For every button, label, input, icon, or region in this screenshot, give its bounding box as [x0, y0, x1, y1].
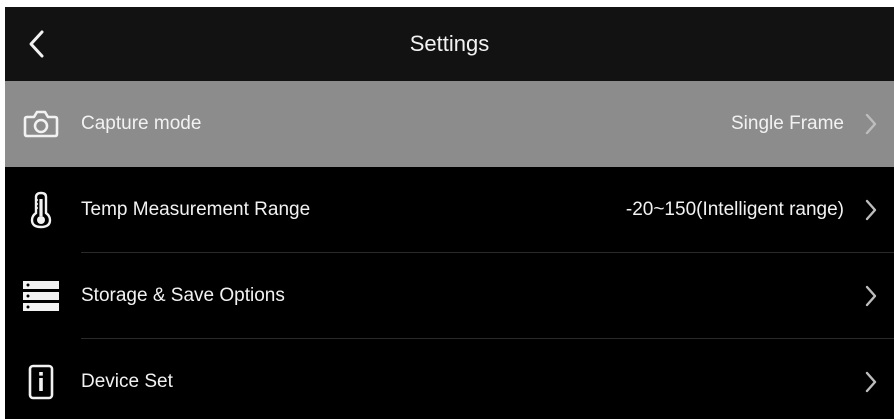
chevron-right-icon	[865, 285, 877, 307]
setting-value: -20~150(Intelligent range)	[625, 199, 844, 220]
setting-row-capture-mode[interactable]: Capture mode Single Frame	[5, 81, 894, 167]
thermometer-icon	[21, 167, 61, 253]
setting-value: Single Frame	[731, 113, 844, 134]
setting-label: Storage & Save Options	[81, 285, 285, 306]
settings-screen: Settings Capture mode Single Frame Temp …	[5, 7, 894, 419]
header-bar: Settings	[5, 7, 894, 81]
chevron-right-icon	[865, 113, 877, 135]
chevron-right-icon	[865, 199, 877, 221]
setting-label: Device Set	[81, 371, 173, 392]
setting-row-device-set[interactable]: Device Set	[5, 339, 894, 419]
setting-label: Temp Measurement Range	[81, 199, 311, 220]
chevron-left-icon	[29, 30, 44, 58]
setting-row-storage[interactable]: Storage & Save Options	[5, 253, 894, 339]
setting-label: Capture mode	[81, 113, 202, 134]
storage-icon	[21, 253, 61, 339]
device-icon	[21, 339, 61, 419]
page-title: Settings	[409, 31, 490, 56]
camera-icon	[21, 81, 61, 167]
chevron-right-icon	[865, 371, 877, 393]
setting-row-temp-range[interactable]: Temp Measurement Range -20~150(Intellige…	[5, 167, 894, 253]
back-button[interactable]	[19, 25, 53, 63]
